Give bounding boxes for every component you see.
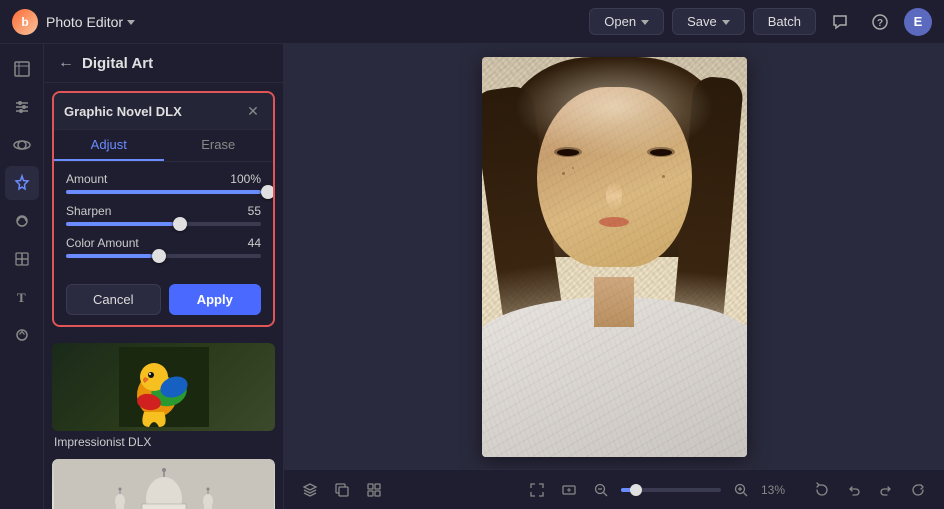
zoom-controls: 13% [587,476,796,504]
filter-list: Impressionist DLX [44,335,283,509]
photo-preview [482,57,747,457]
cancel-button[interactable]: Cancel [66,284,161,315]
redo-end-button[interactable] [904,476,932,504]
color-amount-slider[interactable] [66,254,261,258]
icon-bar-layers[interactable] [5,242,39,276]
app-title: Photo Editor [46,14,123,30]
filter-impressionist-dlx[interactable]: Impressionist DLX [52,343,275,451]
adjustment-panel: Graphic Novel DLX ✕ Adjust Erase Amount … [52,91,275,327]
amount-slider[interactable] [66,190,261,194]
color-amount-value: 44 [248,236,261,250]
grid-button[interactable] [360,476,388,504]
tab-erase[interactable]: Erase [164,130,274,161]
icon-bar-crop[interactable] [5,52,39,86]
user-avatar[interactable]: E [904,8,932,36]
open-chevron-icon [641,20,649,25]
amount-value: 100% [230,172,261,186]
svg-text:?: ? [877,18,883,29]
filter-ink-wash-dlx[interactable]: Ink Wash DLX [52,459,275,509]
zoom-out-button[interactable] [587,476,615,504]
sharpen-slider-row: Sharpen 55 [66,204,261,226]
undo-refresh-button[interactable] [808,476,836,504]
tab-adjust[interactable]: Adjust [54,130,164,161]
main-area: T ← Digital Art Graphic Novel DLX ✕ Adju… [0,44,944,509]
save-button[interactable]: Save [672,8,745,35]
fit-button[interactable] [523,476,551,504]
sharpen-label: Sharpen [66,204,111,218]
panel-close-button[interactable]: ✕ [243,101,263,121]
apply-button[interactable]: Apply [169,284,262,315]
amount-label: Amount [66,172,107,186]
sharpen-slider[interactable] [66,222,261,226]
open-button[interactable]: Open [589,8,664,35]
canvas-area: 13% [284,44,944,509]
icon-bar-effects[interactable] [5,166,39,200]
help-button[interactable]: ? [864,6,896,38]
panel-header: Graphic Novel DLX ✕ [54,93,273,130]
aspect-button[interactable] [555,476,583,504]
zoom-slider[interactable] [621,488,721,492]
amount-slider-row: Amount 100% [66,172,261,194]
panel-body: Amount 100% Sharpen 55 [54,162,273,278]
sidebar: ← Digital Art Graphic Novel DLX ✕ Adjust… [44,44,284,509]
layers-button[interactable] [296,476,324,504]
filter-ink-wash-thumb [52,459,275,509]
sharpen-value: 55 [248,204,261,218]
topbar: b Photo Editor Open Save Batch ? E [0,0,944,44]
bottom-bar: 13% [284,469,944,509]
panel-title: Graphic Novel DLX [64,104,182,119]
icon-bar-digital-art[interactable] [5,204,39,238]
panel-actions: Cancel Apply [54,278,273,325]
icon-bar-text[interactable]: T [5,280,39,314]
canvas-content [284,44,944,469]
app-logo: b [12,9,38,35]
svg-text:T: T [17,290,26,305]
chevron-down-icon [127,20,135,25]
color-amount-slider-row: Color Amount 44 [66,236,261,258]
undo-button[interactable] [840,476,868,504]
redo-button[interactable] [872,476,900,504]
save-chevron-icon [722,20,730,25]
back-button[interactable]: ← [58,54,74,72]
app-title-dropdown[interactable]: Photo Editor [46,14,135,30]
batch-button[interactable]: Batch [753,8,816,35]
icon-bar-more[interactable] [5,318,39,352]
panel-tabs: Adjust Erase [54,130,273,162]
comment-button[interactable] [824,6,856,38]
filter-impressionist-thumb [52,343,275,431]
bottom-actions [808,476,932,504]
sidebar-header: ← Digital Art [44,44,283,83]
zoom-value: 13% [761,483,796,497]
icon-bar: T [0,44,44,509]
copy-button[interactable] [328,476,356,504]
sidebar-title: Digital Art [82,55,153,72]
icon-bar-adjust[interactable] [5,90,39,124]
icon-bar-view[interactable] [5,128,39,162]
color-amount-label: Color Amount [66,236,139,250]
filter-impressionist-name: Impressionist DLX [52,431,275,451]
zoom-in-button[interactable] [727,476,755,504]
